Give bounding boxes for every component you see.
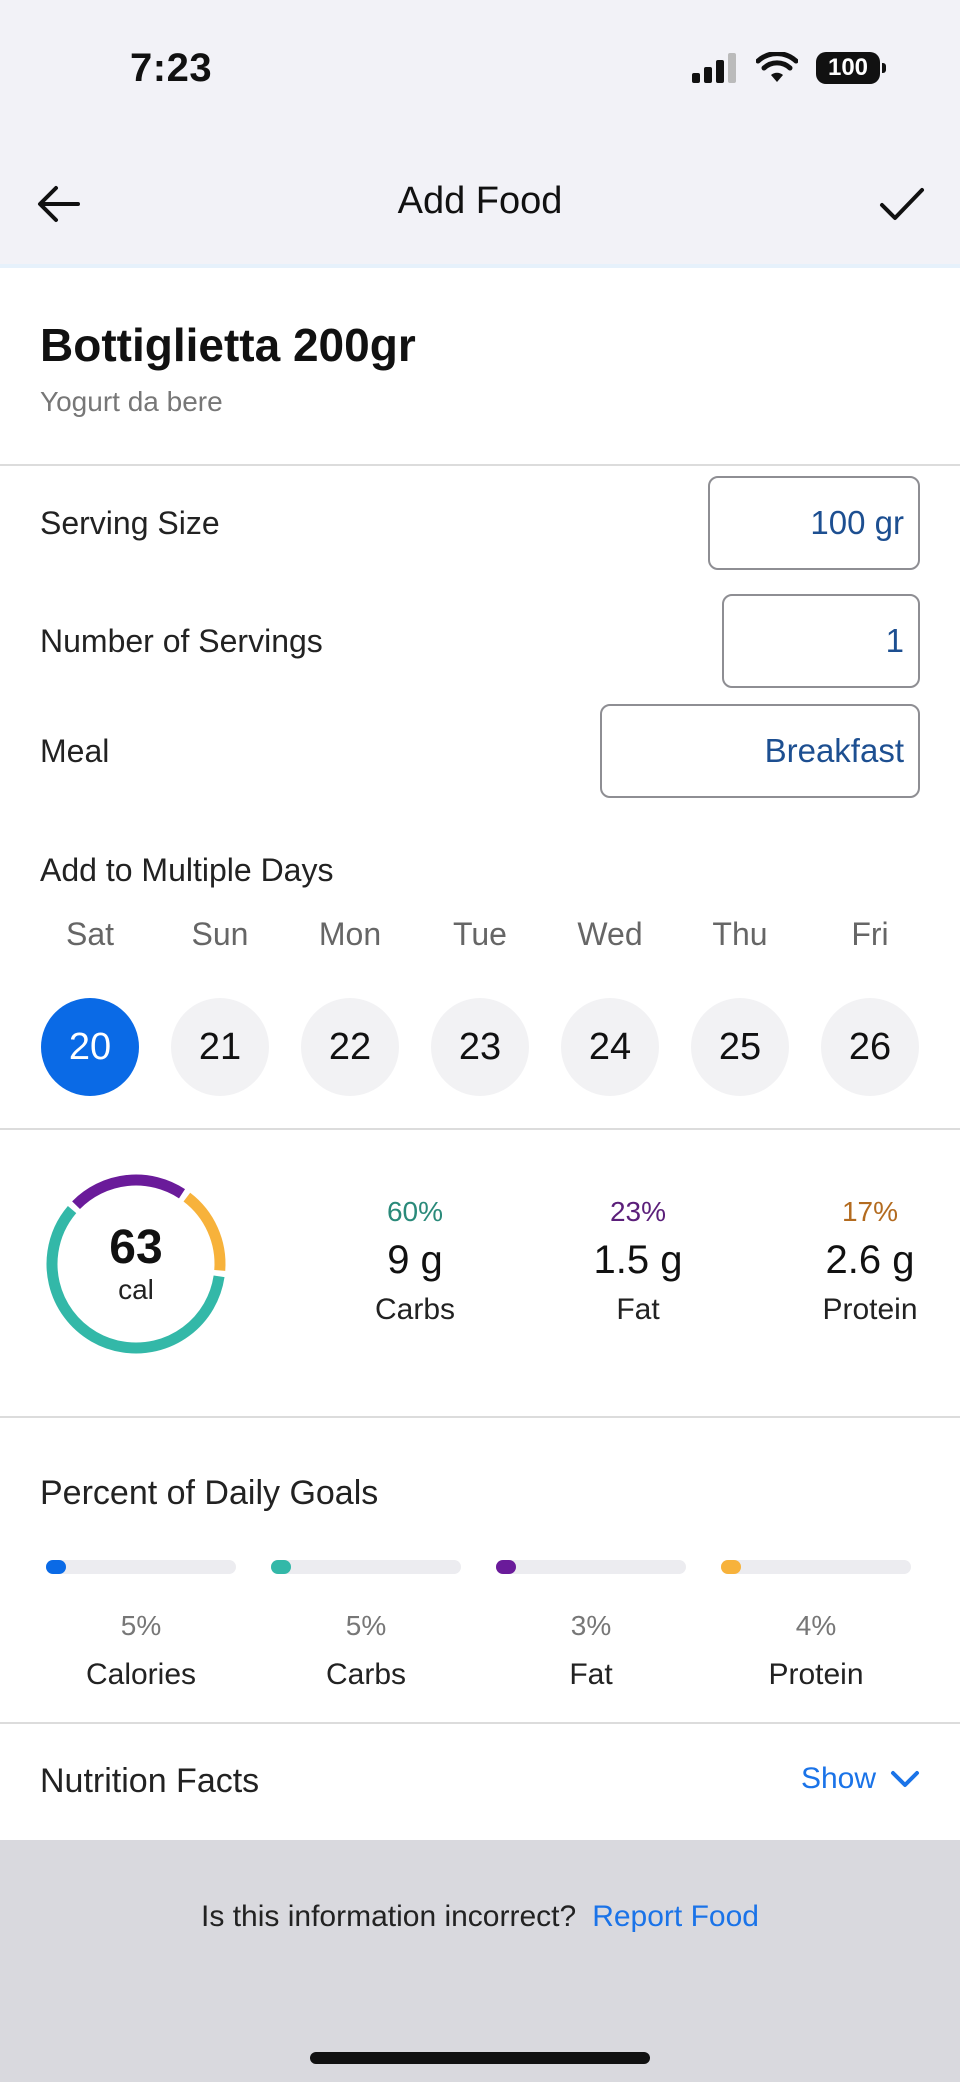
status-bar: 7:23 100	[0, 0, 960, 140]
goal-carbs: 5% Carbs	[268, 1560, 464, 1692]
meal-label: Meal	[40, 732, 110, 769]
macro-protein-label: Protein	[822, 1293, 918, 1326]
ring-center: 63 cal	[42, 1170, 230, 1358]
serving-size-label: Serving Size	[40, 504, 220, 541]
macro-protein: 17% 2.6 g Protein	[790, 1196, 950, 1327]
day-item: Thu 25	[690, 916, 790, 1096]
day-button[interactable]: 23	[431, 998, 529, 1096]
goal-fat-pct: 3%	[570, 1610, 612, 1641]
goal-calories-label: Calories	[85, 1658, 197, 1691]
chevron-down-icon	[891, 1771, 919, 1787]
day-button[interactable]: 21	[171, 998, 269, 1096]
meal-select[interactable]: Breakfast	[600, 704, 920, 798]
day-name: Sat	[65, 916, 115, 952]
day-button[interactable]: 24	[561, 998, 659, 1096]
macro-fat-pct: 23%	[609, 1196, 667, 1227]
servings-field[interactable]: 1	[722, 594, 920, 688]
section-divider	[0, 1128, 960, 1130]
day-name: Thu	[712, 916, 768, 952]
food-description: Yogurt da bere	[40, 386, 223, 417]
cellular-signal-icon	[692, 53, 736, 83]
multiple-days-label: Add to Multiple Days	[40, 852, 334, 888]
goal-protein-pct: 4%	[795, 1610, 837, 1641]
report-prompt: Is this information incorrect? Report Foo…	[0, 1900, 960, 1934]
day-item: Wed 24	[560, 916, 660, 1096]
day-item: Sat 20	[40, 916, 140, 1096]
day-button[interactable]: 26	[821, 998, 919, 1096]
day-name: Fri	[851, 916, 889, 952]
goal-protein: 4% Protein	[718, 1560, 914, 1692]
meal-row: Meal Breakfast	[40, 704, 920, 798]
servings-label: Number of Servings	[40, 622, 323, 659]
goal-fat-label: Fat	[569, 1658, 613, 1691]
day-item: Mon 22	[300, 916, 400, 1096]
servings-row: Number of Servings 1	[40, 594, 920, 688]
calorie-ring: 63 cal	[42, 1170, 230, 1358]
calorie-value: 63	[109, 1221, 163, 1274]
goal-calories-fill	[46, 1560, 66, 1574]
goal-calories-pct: 5%	[120, 1610, 162, 1641]
checkmark-icon	[880, 188, 924, 220]
day-name: Mon	[318, 916, 382, 952]
page-title: Add Food	[397, 180, 563, 222]
status-icons: 100	[692, 52, 886, 84]
footer: Is this information incorrect? Report Foo…	[0, 1840, 960, 2082]
daily-goals-title: Percent of Daily Goals	[40, 1474, 379, 1512]
nutrition-show-label: Show	[800, 1762, 876, 1795]
goal-protein-track	[721, 1560, 911, 1574]
calorie-unit: cal	[118, 1274, 154, 1305]
goal-carbs-pct: 5%	[345, 1610, 387, 1641]
report-food-link[interactable]: Report Food	[592, 1900, 759, 1933]
nutrition-facts-row: Nutrition Facts Show	[0, 1724, 960, 1840]
macro-carbs-amount: 9 g	[387, 1238, 443, 1282]
wifi-icon	[756, 52, 798, 82]
goal-fat-track	[496, 1560, 686, 1574]
day-item: Tue 23	[430, 916, 530, 1096]
goal-protein-label: Protein	[768, 1658, 864, 1691]
goal-fat-fill	[496, 1560, 516, 1574]
nav-bar: Add Food	[0, 140, 960, 268]
day-item: Sun 21	[170, 916, 270, 1096]
nutrition-facts-label: Nutrition Facts	[40, 1762, 260, 1800]
goal-calories: 5% Calories	[43, 1560, 239, 1692]
day-name: Sun	[191, 916, 249, 952]
food-name: Bottiglietta 200gr	[40, 319, 416, 371]
goal-carbs-label: Carbs	[325, 1658, 407, 1691]
food-header: Bottiglietta 200gr Yogurt da bere	[0, 272, 960, 466]
section-divider	[0, 1416, 960, 1418]
confirm-button[interactable]	[874, 176, 930, 232]
goal-calories-track	[46, 1560, 236, 1574]
macro-carbs-pct: 60%	[386, 1196, 444, 1227]
day-picker: Sat 20 Sun 21 Mon 22 Tue 23 Wed 24 Thu 2…	[40, 916, 920, 1096]
goal-fat: 3% Fat	[493, 1560, 689, 1692]
goal-protein-fill	[721, 1560, 741, 1574]
macro-fat: 23% 1.5 g Fat	[558, 1196, 718, 1327]
status-time: 7:23	[130, 46, 213, 90]
day-item: Fri 26	[820, 916, 920, 1096]
home-indicator	[310, 2052, 650, 2064]
day-button[interactable]: 22	[301, 998, 399, 1096]
macro-fat-label: Fat	[616, 1293, 660, 1326]
macro-protein-pct: 17%	[841, 1196, 899, 1227]
report-question: Is this information incorrect?	[201, 1900, 577, 1933]
serving-size-field[interactable]: 100 gr	[708, 476, 920, 570]
macro-carbs: 60% 9 g Carbs	[335, 1196, 495, 1327]
day-name: Wed	[577, 916, 643, 952]
battery-icon: 100	[816, 52, 886, 84]
serving-size-row: Serving Size 100 gr	[40, 476, 920, 570]
goal-carbs-track	[271, 1560, 461, 1574]
goal-carbs-fill	[271, 1560, 291, 1574]
macro-carbs-label: Carbs	[374, 1293, 456, 1326]
nutrition-show-toggle[interactable]: Show	[801, 1762, 920, 1796]
macro-protein-amount: 2.6 g	[825, 1238, 915, 1282]
day-button[interactable]: 25	[691, 998, 789, 1096]
day-name: Tue	[453, 916, 507, 952]
macro-fat-amount: 1.5 g	[593, 1238, 683, 1282]
day-button-selected[interactable]: 20	[41, 998, 139, 1096]
